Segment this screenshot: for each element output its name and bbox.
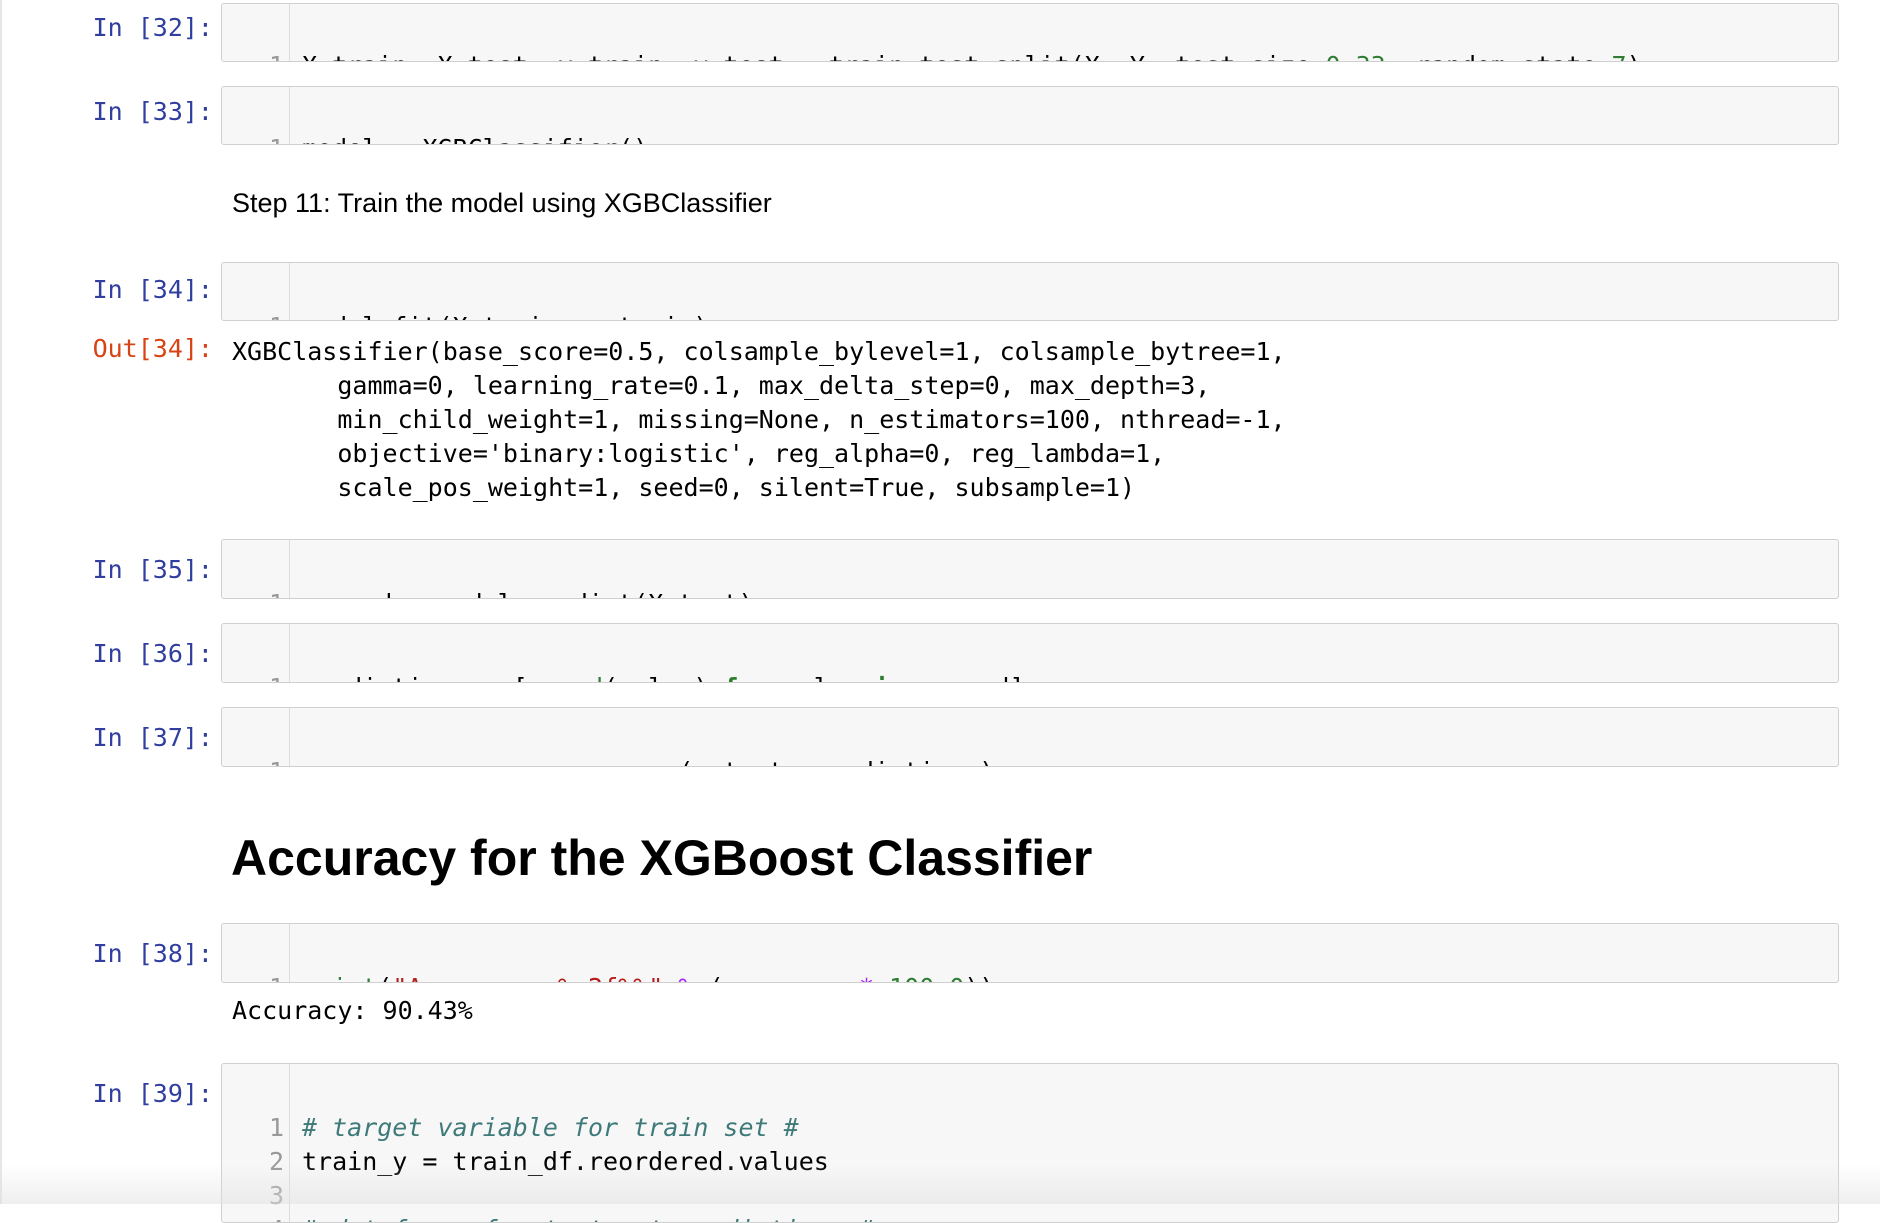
line-number: 1 — [222, 671, 284, 682]
cell-output-38: Accuracy: 90.43% — [232, 996, 473, 1025]
code-text: accuracy = accuracy_score(y_test, predic… — [302, 755, 994, 766]
input-prompt-38: In [38]: — [92, 939, 213, 968]
input-prompt-32: In [32]: — [92, 13, 213, 42]
code-cell-34[interactable]: 1 model.fit(X_train, y_train) — [221, 262, 1839, 321]
code-line: 1 X_train, X_test, y_train, y_test = trai… — [222, 15, 1642, 61]
code-line: 1 y_pred = model.predict(X_test) — [222, 553, 754, 598]
code-text: predictions = [round(value) for value in… — [302, 671, 1025, 682]
code-line: 1 print("Accuracy: %.2f%%" % (accuracy * … — [222, 937, 995, 982]
input-prompt-36: In [36]: — [92, 639, 213, 668]
code-cell-37[interactable]: 1 accuracy = accuracy_score(y_test, predi… — [221, 707, 1839, 767]
input-prompt-37: In [37]: — [92, 723, 213, 752]
code-line: 1 predictions = [round(value) for value i… — [222, 637, 1025, 682]
page-left-border — [0, 0, 2, 1204]
markdown-heading-accuracy: Accuracy for the XGBoost Classifier — [231, 830, 1093, 886]
input-prompt-34: In [34]: — [92, 275, 213, 304]
code-line: 1 model.fit(X_train, y_train) — [222, 276, 708, 320]
output-prompt-34: Out[34]: — [92, 334, 213, 363]
code-text: print("Accuracy: %.2f%%" % (accuracy * 1… — [302, 971, 994, 982]
code-text: model = XGBClassifier() — [302, 132, 648, 144]
line-number: 1 — [222, 310, 284, 320]
markdown-step-11: Step 11: Train the model using XGBClassi… — [232, 188, 772, 218]
line-number: 1 — [222, 132, 284, 144]
code-cell-38[interactable]: 1 print("Accuracy: %.2f%%" % (accuracy * … — [221, 923, 1839, 983]
code-text: X_train, X_test, y_train, y_test = train… — [302, 49, 1642, 61]
line-number: 1 — [222, 971, 284, 982]
input-prompt-35: In [35]: — [92, 555, 213, 584]
line-number: 4 — [222, 1213, 284, 1222]
code-cell-35[interactable]: 1 y_pred = model.predict(X_test) — [221, 539, 1839, 599]
code-cell-33[interactable]: 1 model = XGBClassifier() — [221, 86, 1839, 145]
code-line: 1 model = XGBClassifier() — [222, 98, 648, 144]
input-prompt-39: In [39]: — [92, 1079, 213, 1108]
code-text: model.fit(X_train, y_train) — [302, 310, 708, 320]
code-line: 2 train_y = train_df.reordered.values — [222, 1111, 829, 1176]
input-prompt-33: In [33]: — [92, 97, 213, 126]
code-line: 1 accuracy = accuracy_score(y_test, predi… — [222, 721, 994, 766]
bottom-scroll-shadow — [0, 1164, 1880, 1204]
code-comment: # target variable for train set # — [302, 1113, 799, 1142]
code-line: 1 # target variable for train set # — [222, 1077, 799, 1142]
line-number: 1 — [222, 49, 284, 61]
line-number: 1 — [222, 587, 284, 598]
line-number: 1 — [222, 755, 284, 766]
code-cell-32[interactable]: 1 X_train, X_test, y_train, y_test = trai… — [221, 3, 1839, 62]
code-text: y_pred = model.predict(X_test) — [302, 587, 754, 598]
code-cell-36[interactable]: 1 predictions = [round(value) for value i… — [221, 623, 1839, 683]
code-comment: # dataframe for test set predictions # — [302, 1213, 874, 1222]
cell-output-34: XGBClassifier(base_score=0.5, colsample_… — [232, 337, 1286, 502]
